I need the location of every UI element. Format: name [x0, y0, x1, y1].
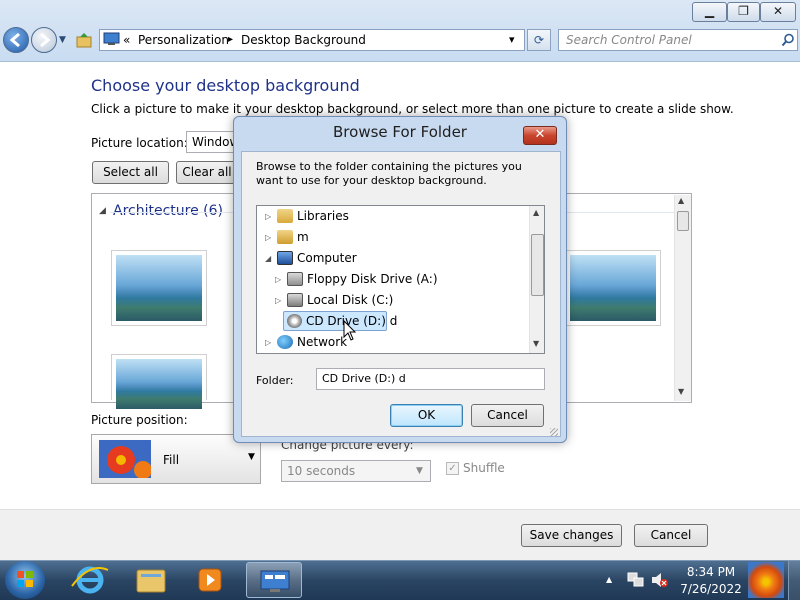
wallpaper-thumbnail[interactable] — [565, 250, 661, 326]
refresh-button[interactable]: ⟳ — [527, 29, 551, 51]
network-tray-icon[interactable] — [627, 572, 645, 588]
clock-date[interactable]: 7/26/2022 — [680, 582, 742, 596]
clock-time[interactable]: 8:34 PM — [680, 565, 742, 579]
ok-button[interactable]: OK — [390, 404, 463, 427]
taskbar-control-panel[interactable] — [246, 562, 302, 598]
refresh-icon: ⟳ — [533, 33, 545, 47]
taskbar-internet-explorer[interactable] — [62, 562, 118, 598]
computer-icon — [277, 251, 293, 265]
show-hidden-icons-button[interactable]: ▲ — [606, 575, 612, 584]
shuffle-label: Shuffle — [463, 461, 505, 475]
address-dropdown-icon[interactable]: ▾ — [509, 30, 515, 50]
wallpaper-thumbnail[interactable] — [111, 250, 207, 326]
restore-button[interactable]: ❐ — [727, 2, 760, 22]
scroll-up-icon[interactable]: ▲ — [533, 208, 539, 217]
breadcrumb-separator[interactable]: ▸ — [228, 30, 233, 50]
floppy-drive-icon — [287, 272, 303, 286]
select-all-button[interactable]: Select all — [92, 161, 169, 184]
page-description: Click a picture to make it your desktop … — [91, 102, 734, 116]
address-bar[interactable]: « Personalization ▸ Desktop Background ▾ — [99, 29, 525, 51]
chevron-down-icon: ▼ — [416, 466, 423, 476]
control-panel-icon — [103, 32, 121, 46]
expand-icon[interactable]: ▷ — [275, 290, 281, 311]
breadcrumb-overflow[interactable]: « — [123, 30, 130, 50]
dialog-title: Browse For Folder — [333, 123, 467, 141]
user-folder-icon — [277, 230, 293, 244]
clear-all-button[interactable]: Clear all — [176, 161, 238, 184]
wallpaper-thumbnail[interactable] — [111, 354, 207, 409]
recent-pages-icon[interactable]: ▼ — [59, 35, 66, 45]
cancel-button[interactable]: Cancel — [634, 524, 708, 547]
forward-arrow-icon — [40, 32, 51, 48]
up-folder-icon[interactable] — [75, 31, 93, 49]
gallery-scroll-thumb[interactable] — [677, 211, 689, 231]
local-disk-icon — [287, 293, 303, 307]
search-input[interactable]: Search Control Panel — [558, 29, 798, 51]
collapse-icon[interactable]: ◢ — [265, 248, 271, 269]
resize-grip[interactable] — [550, 428, 558, 436]
breadcrumb-desktop-background[interactable]: Desktop Background — [241, 30, 366, 50]
folder-icon — [136, 569, 166, 593]
picture-location-label: Picture location: — [91, 136, 188, 150]
page-title: Choose your desktop background — [91, 76, 360, 95]
back-arrow-icon — [9, 32, 20, 48]
dialog-instructions: Browse to the folder containing the pict… — [256, 160, 522, 187]
control-panel-icon — [260, 570, 290, 592]
fill-preview-icon — [99, 440, 151, 478]
group-header-architecture[interactable]: Architecture (6) — [113, 203, 223, 219]
folder-tree[interactable]: ▷ Libraries ▷ m ◢ Computer ▷ Floppy Disk… — [256, 205, 545, 354]
folder-input[interactable]: CD Drive (D:) d — [316, 368, 545, 390]
mouse-cursor-icon — [343, 320, 357, 341]
wallpaper-image — [116, 359, 202, 409]
volume-muted-icon[interactable] — [651, 572, 669, 588]
dialog-cancel-button[interactable]: Cancel — [471, 404, 544, 427]
forward-button[interactable] — [31, 27, 57, 53]
show-desktop-button[interactable] — [788, 561, 800, 600]
minimize-button[interactable]: ▁ — [692, 2, 727, 22]
gallery-scrollbar[interactable]: ▲ ▼ — [674, 195, 691, 401]
tree-scrollbar[interactable]: ▲ ▼ — [529, 206, 544, 353]
wallpaper-image — [570, 255, 656, 321]
dialog-close-button[interactable]: ✕ — [523, 126, 557, 145]
libraries-icon — [277, 209, 293, 223]
expand-icon[interactable]: ▷ — [265, 206, 271, 227]
breadcrumb-personalization[interactable]: Personalization — [138, 30, 229, 50]
windows-logo-icon — [17, 571, 33, 587]
user-picture-thumbnail[interactable] — [748, 562, 784, 598]
network-icon — [277, 335, 293, 349]
shuffle-checkbox[interactable]: ✓ — [446, 462, 459, 475]
taskbar-media-player[interactable] — [183, 562, 239, 598]
wallpaper-image — [116, 255, 202, 321]
folder-label: Folder: — [256, 374, 294, 387]
picture-position-label: Picture position: — [91, 413, 188, 427]
close-window-button[interactable]: ✕ — [760, 2, 796, 22]
save-changes-button[interactable]: Save changes — [521, 524, 622, 547]
scroll-down-icon[interactable]: ▼ — [533, 339, 539, 348]
taskbar-windows-explorer[interactable] — [123, 562, 179, 598]
interval-select[interactable]: 10 seconds ▼ — [281, 460, 431, 482]
tree-scroll-thumb[interactable] — [531, 234, 544, 296]
browse-for-folder-dialog[interactable]: Browse For Folder ✕ Browse to the folder… — [233, 116, 567, 443]
close-icon: ✕ — [534, 127, 546, 142]
back-button[interactable] — [3, 27, 29, 53]
tree-item-cd-drive[interactable]: CD Drive (D:) d — [283, 311, 397, 331]
media-player-icon — [198, 568, 222, 592]
internet-explorer-icon — [71, 566, 109, 594]
dialog-body: Browse to the folder containing the pict… — [241, 151, 561, 437]
cd-drive-icon — [287, 314, 302, 328]
expand-icon[interactable]: ▷ — [265, 332, 271, 353]
scroll-down-icon[interactable]: ▼ — [678, 387, 684, 396]
expand-icon[interactable]: ▷ — [275, 269, 281, 290]
group-collapse-icon[interactable]: ◢ — [99, 206, 106, 216]
scroll-up-icon[interactable]: ▲ — [678, 196, 684, 205]
start-button[interactable] — [5, 561, 45, 599]
search-icon[interactable] — [781, 33, 795, 47]
chevron-down-icon: ▼ — [248, 452, 255, 462]
expand-icon[interactable]: ▷ — [265, 227, 271, 248]
